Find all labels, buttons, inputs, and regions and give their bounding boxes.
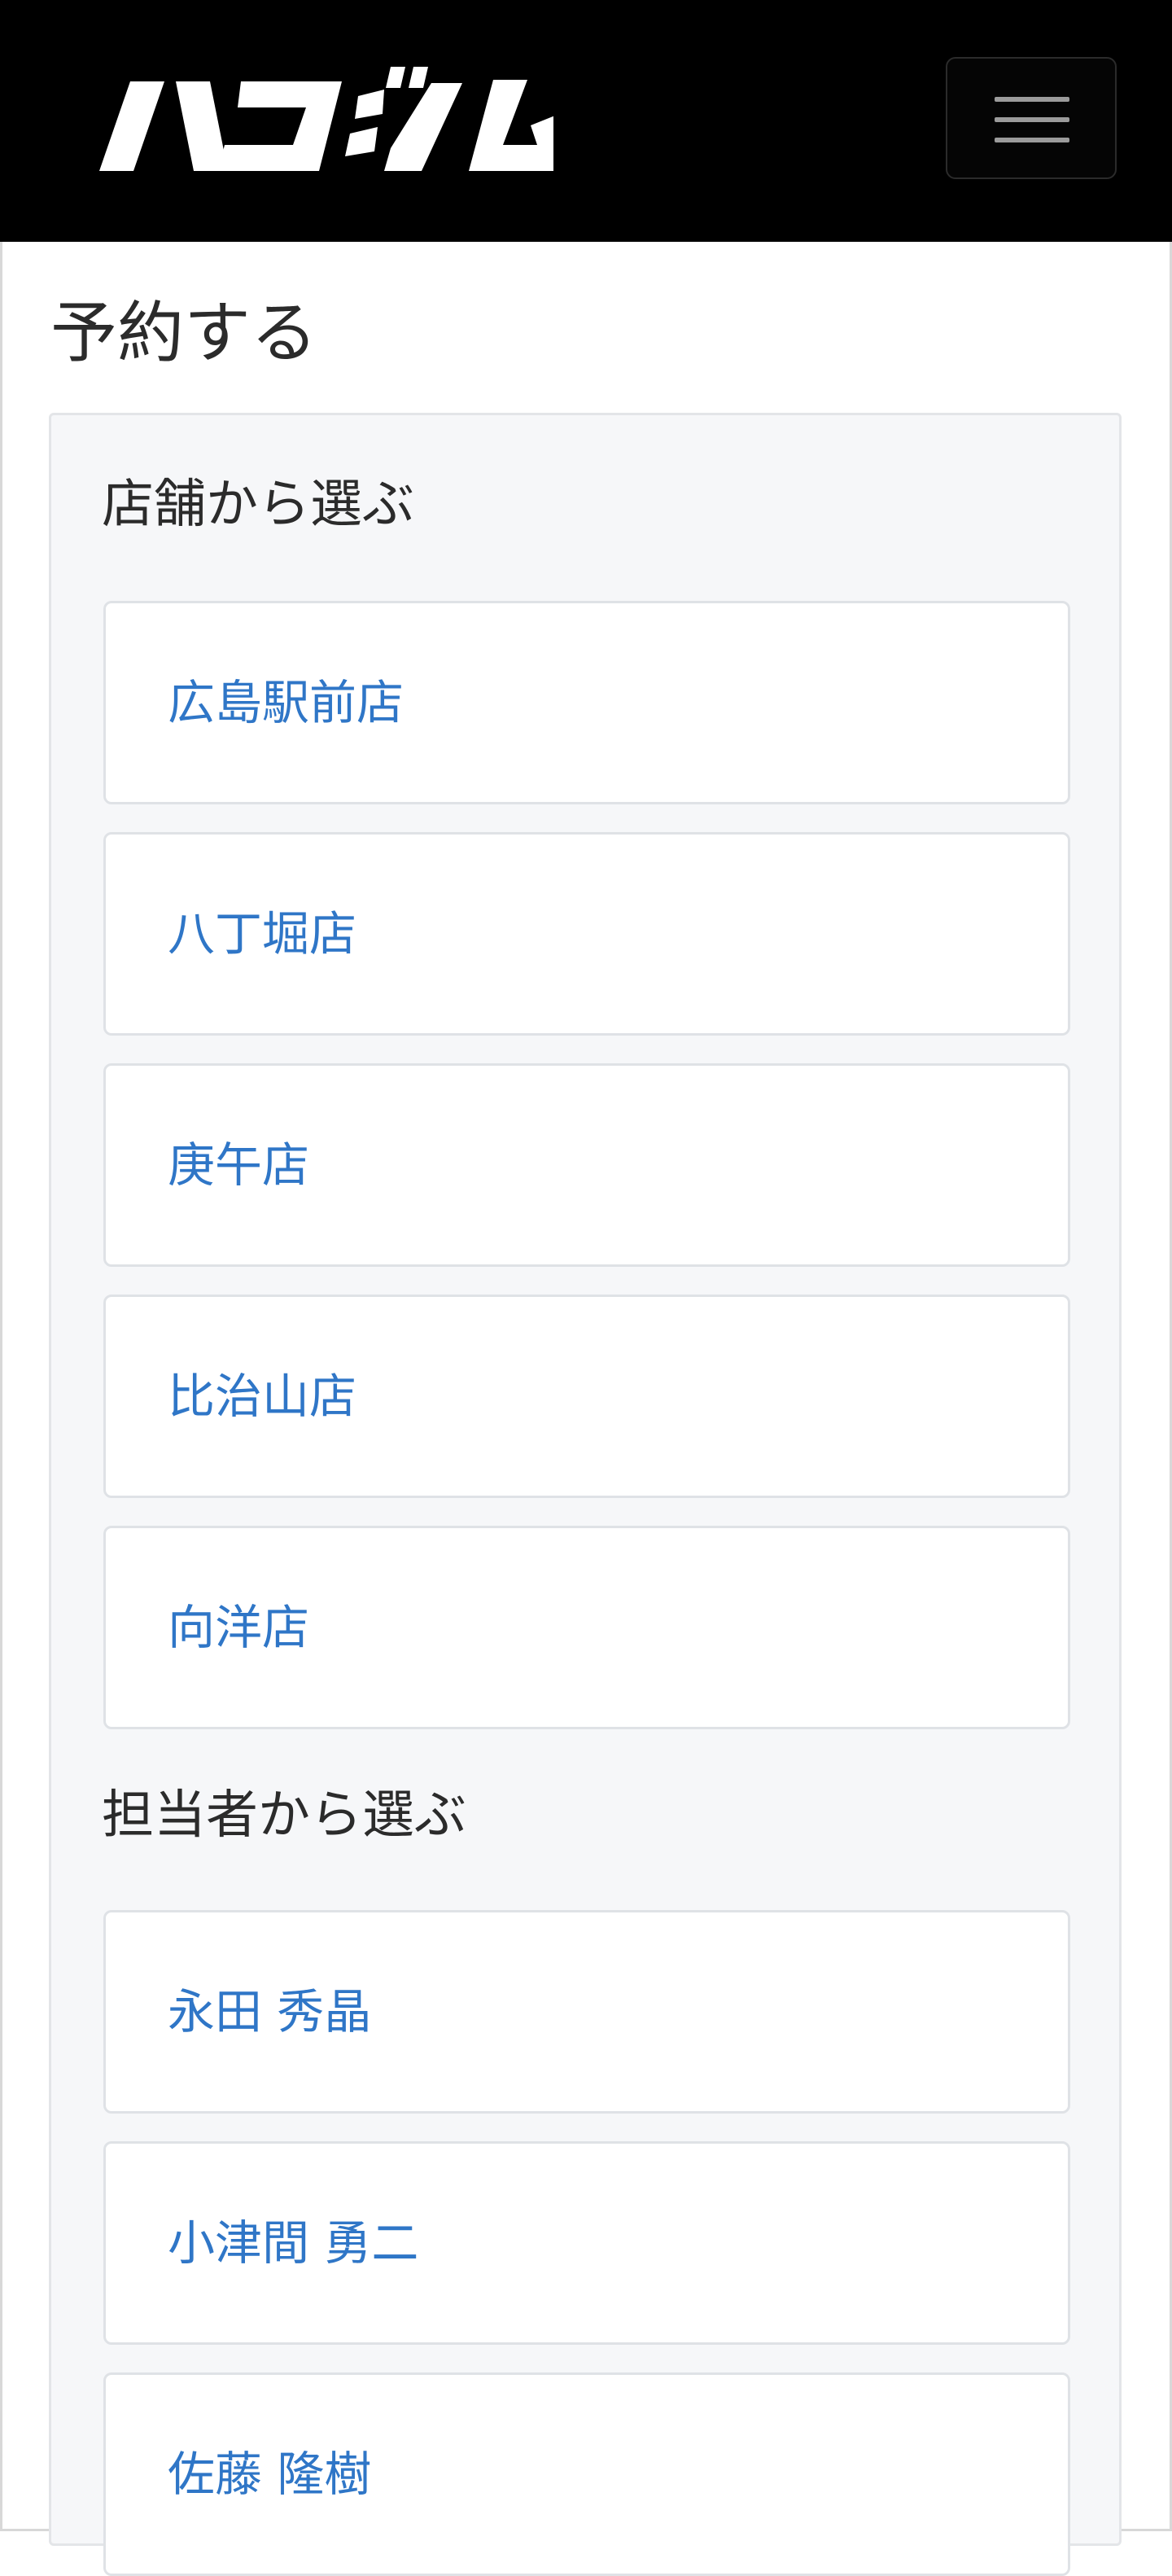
hakogym-logo[interactable]: [98, 67, 553, 173]
store-link[interactable]: 庚午店: [168, 1066, 309, 1264]
store-section-title: 店舗から選ぶ: [102, 475, 414, 535]
reservation-panel: 店舗から選ぶ 広島駅前店 八丁堀店 庚午店 比治山店 向洋店 担当者から選ぶ 永…: [49, 413, 1122, 2576]
store-card[interactable]: 比治山店: [103, 1295, 1070, 1498]
staff-link[interactable]: 小津間 勇二: [168, 2144, 418, 2342]
store-card[interactable]: 八丁堀店: [103, 832, 1070, 1036]
store-link[interactable]: 向洋店: [168, 1528, 309, 1727]
store-card[interactable]: 広島駅前店: [103, 601, 1070, 804]
staff-section-title: 担当者から選ぶ: [102, 1785, 466, 1846]
store-card[interactable]: 向洋店: [103, 1526, 1070, 1729]
store-link[interactable]: 広島駅前店: [168, 603, 404, 802]
store-card[interactable]: 庚午店: [103, 1063, 1070, 1267]
navbar: [0, 0, 1172, 242]
staff-link[interactable]: 佐藤 隆樹: [168, 2375, 371, 2574]
staff-card[interactable]: 永田 秀晶: [103, 1910, 1070, 2114]
staff-card[interactable]: 小津間 勇二: [103, 2141, 1070, 2345]
staff-link[interactable]: 永田 秀晶: [168, 1912, 371, 2111]
store-link[interactable]: 八丁堀店: [168, 835, 356, 1033]
staff-card[interactable]: 佐藤 隆樹: [103, 2372, 1070, 2576]
page-title: 予約する: [50, 295, 318, 372]
store-link[interactable]: 比治山店: [168, 1297, 356, 1496]
menu-toggle-button[interactable]: [946, 57, 1117, 179]
